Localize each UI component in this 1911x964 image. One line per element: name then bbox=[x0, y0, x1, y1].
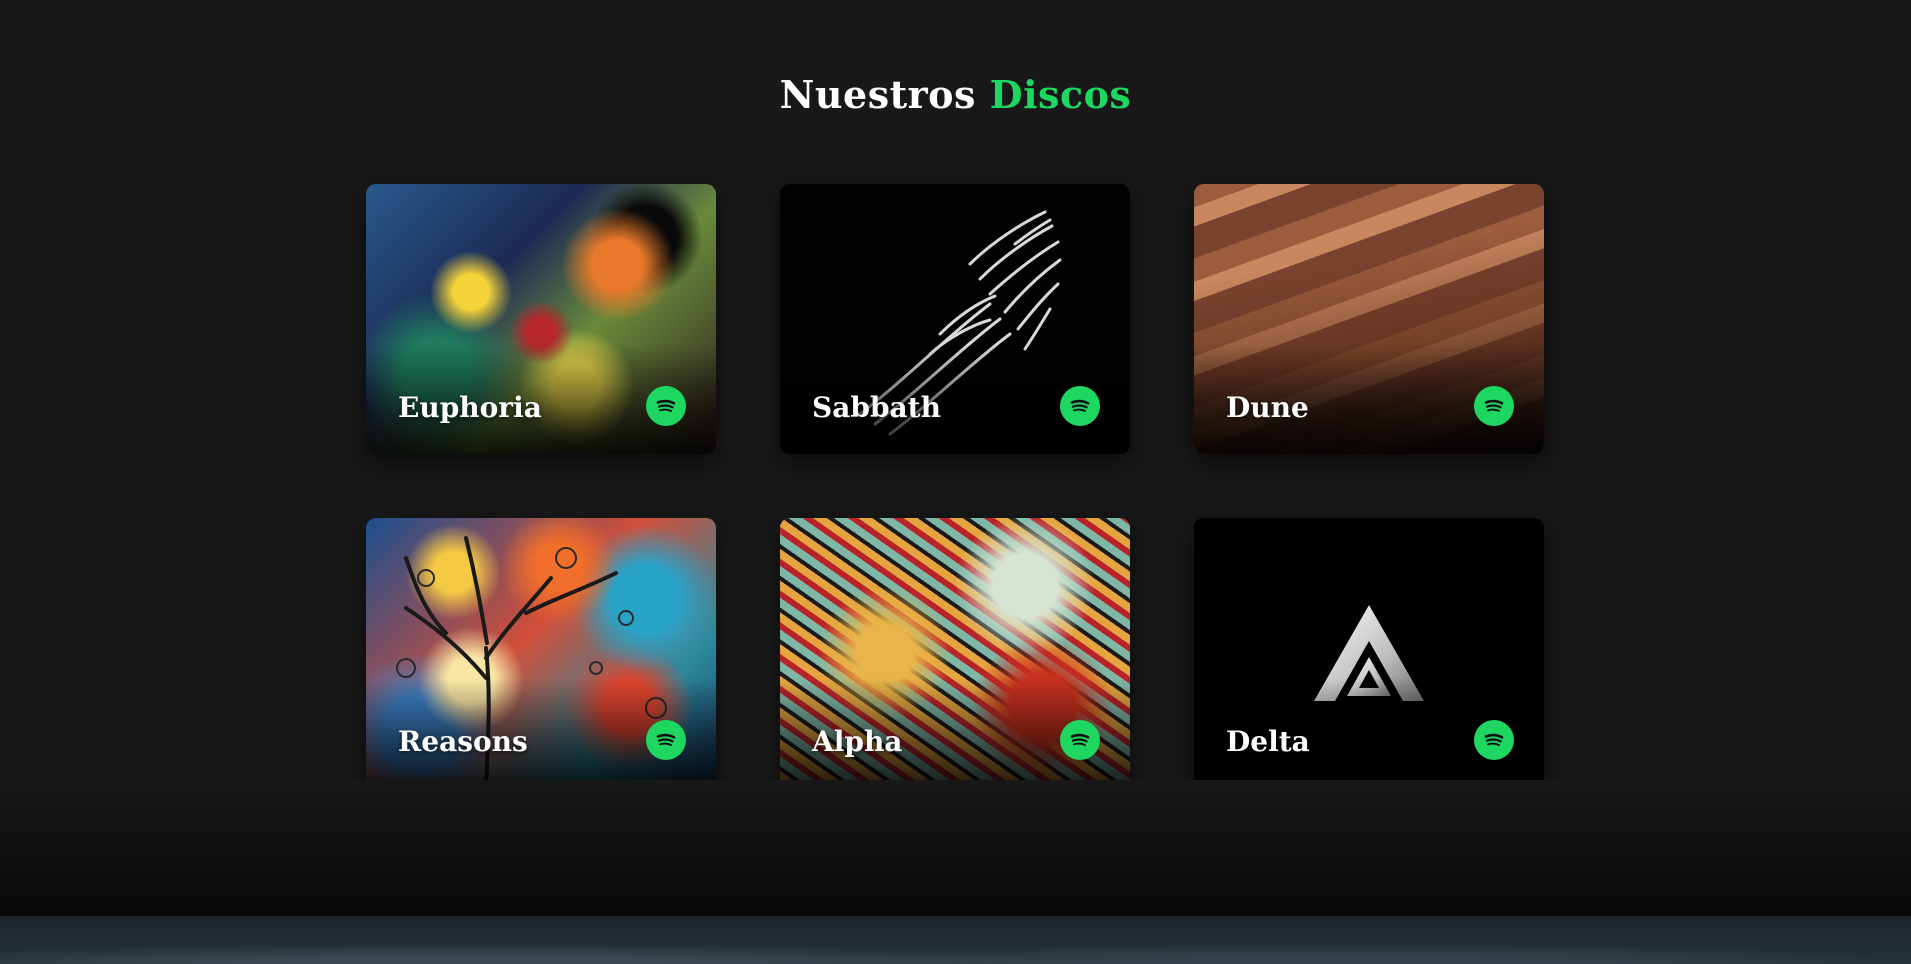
spotify-button-dune[interactable] bbox=[1474, 386, 1514, 426]
albums-grid: Euphoria Sabbath Dune Reasons Alpha Delt… bbox=[366, 184, 1546, 788]
section-title-main: Nuestros bbox=[779, 72, 976, 117]
spotify-button-delta[interactable] bbox=[1474, 720, 1514, 760]
spotify-icon bbox=[1484, 399, 1504, 412]
next-section-hero-image bbox=[0, 916, 1911, 964]
spotify-button-euphoria[interactable] bbox=[646, 386, 686, 426]
album-card-dune[interactable]: Dune bbox=[1194, 184, 1544, 454]
spotify-button-reasons[interactable] bbox=[646, 720, 686, 760]
album-card-delta[interactable]: Delta bbox=[1194, 518, 1544, 788]
album-title-delta: Delta bbox=[1226, 725, 1310, 758]
spotify-icon bbox=[1070, 733, 1090, 746]
page: Nuestros Discos Euphoria Sabbath Dune Re… bbox=[0, 0, 1911, 964]
album-title-reasons: Reasons bbox=[398, 725, 528, 758]
album-title-sabbath: Sabbath bbox=[812, 391, 941, 424]
section-bottom-fade bbox=[0, 780, 1911, 916]
album-card-alpha[interactable]: Alpha bbox=[780, 518, 1130, 788]
spotify-icon bbox=[656, 399, 676, 412]
album-card-euphoria[interactable]: Euphoria bbox=[366, 184, 716, 454]
spotify-icon bbox=[1484, 733, 1504, 746]
album-title-dune: Dune bbox=[1226, 391, 1309, 424]
section-title-accent: Discos bbox=[989, 72, 1132, 117]
spotify-icon bbox=[656, 733, 676, 746]
section-title: Nuestros Discos bbox=[0, 72, 1911, 117]
spotify-button-sabbath[interactable] bbox=[1060, 386, 1100, 426]
album-card-reasons[interactable]: Reasons bbox=[366, 518, 716, 788]
album-card-sabbath[interactable]: Sabbath bbox=[780, 184, 1130, 454]
album-title-euphoria: Euphoria bbox=[398, 391, 542, 424]
spotify-button-alpha[interactable] bbox=[1060, 720, 1100, 760]
spotify-icon bbox=[1070, 399, 1090, 412]
album-title-alpha: Alpha bbox=[812, 725, 903, 758]
